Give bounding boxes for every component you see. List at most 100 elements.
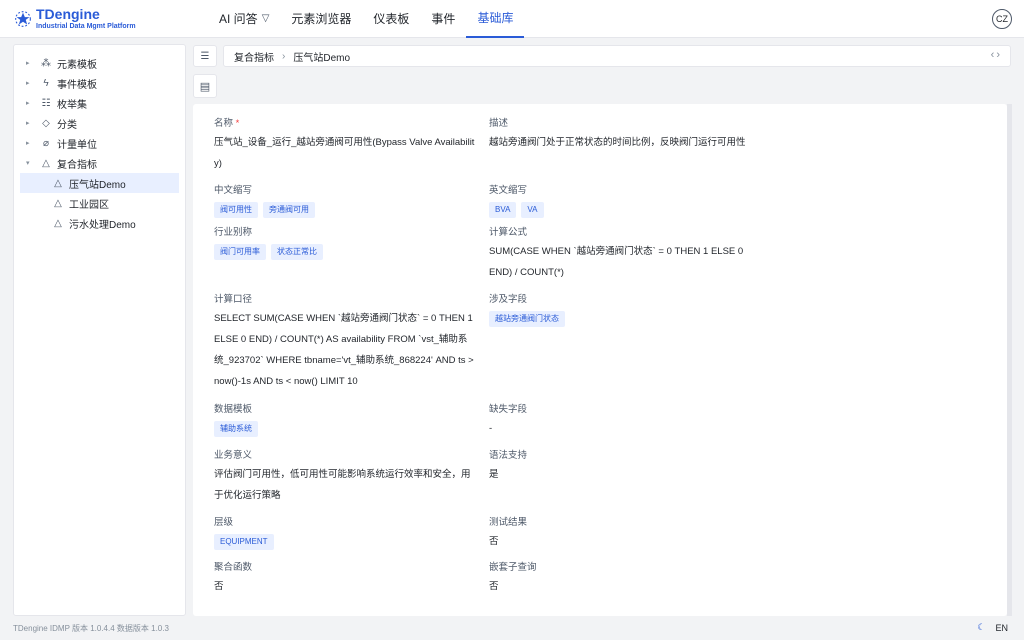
cn-abbr-tags: 阀可用性 旁通阀可用	[214, 202, 476, 218]
field-alias-label: 行业别称	[214, 227, 253, 238]
field-test-result: 测试结果 否	[489, 517, 751, 552]
breadcrumb: 复合指标 › 压气站Demo ‹›	[223, 45, 1011, 67]
sidebar-item-label: 事件模板	[57, 79, 97, 91]
field-name: 名称 * 压气站_设备_运行_越站旁通阀可用性(Bypass Valve Ava…	[214, 118, 476, 174]
moon-icon[interactable]: ☾	[977, 622, 985, 633]
collapse-sidebar-button[interactable]: ☰	[193, 45, 217, 67]
caret-right-icon[interactable]: ▸	[26, 119, 38, 127]
footer-version: TDengine IDMP 版本 1.0.4.4 数据版本 1.0.3	[13, 624, 169, 633]
logo[interactable]: TDengine Industrial Data Mgmt Platform	[12, 7, 192, 30]
sidebar-item-composite-metric[interactable]: ▾ △ 复合指标	[14, 153, 185, 173]
field-missing-value: -	[489, 423, 493, 434]
nav-ai-qa[interactable]: AI 问答 ▽	[208, 0, 280, 38]
field-test-result-label: 测试结果	[489, 517, 528, 528]
field-fields-label: 涉及字段	[489, 294, 528, 305]
field-template-label: 数据模板	[214, 404, 253, 415]
field-syntax-label: 语法支持	[489, 450, 528, 461]
breadcrumb-parent[interactable]: 复合指标	[234, 49, 274, 64]
sidebar-item-label: 分类	[57, 119, 77, 131]
triangle-icon: △	[42, 157, 50, 169]
breadcrumb-current: 压气站Demo	[293, 52, 351, 64]
logo-subtitle: Industrial Data Mgmt Platform	[36, 23, 136, 30]
logo-icon	[15, 10, 31, 27]
ruler-icon: ⌀	[42, 137, 50, 149]
field-aggregate-value: 否	[214, 581, 224, 592]
field-formula: 计算公式 SUM(CASE WHEN `越站旁通阀门状态` = 0 THEN 1…	[489, 227, 751, 283]
field-caliber-value: SELECT SUM(CASE WHEN `越站旁通阀门状态` = 0 THEN…	[214, 313, 474, 387]
tag: 阀门可用率	[214, 244, 266, 260]
breadcrumb-nav-arrows: ‹›	[991, 49, 1002, 61]
nav-dashboard[interactable]: 仪表板	[362, 0, 420, 38]
fields-tags: 越站旁通阀门状态	[489, 311, 751, 327]
tag: BVA	[489, 202, 517, 218]
sidebar-item-event-template[interactable]: ▸ ϟ 事件模板	[14, 73, 185, 93]
field-aggregate: 聚合函数 否	[214, 562, 476, 597]
sidebar-item-label: 枚举集	[57, 99, 87, 111]
field-meaning-value: 评估阀门可用性，低可用性可能影响系统运行效率和安全，用于优化运行策略	[214, 469, 471, 501]
field-name-value: 压气站_设备_运行_越站旁通阀可用性(Bypass Valve Availabi…	[214, 137, 475, 169]
sidebar-child-label: 压气站Demo	[69, 179, 126, 191]
sparkle-icon: ▽	[261, 12, 270, 24]
nav-events[interactable]: 事件	[420, 0, 466, 38]
main-nav: AI 问答 ▽ 元素浏览器 仪表板 事件 基础库	[208, 0, 525, 38]
field-nested-query: 嵌套子查询 否	[489, 562, 751, 597]
sidebar-item-category[interactable]: ▸ ◇ 分类	[14, 113, 185, 133]
detail-panel: 名称 * 压气站_设备_运行_越站旁通阀可用性(Bypass Valve Ava…	[193, 104, 1007, 616]
document-button[interactable]: ▤	[193, 74, 217, 98]
top-bar: TDengine Industrial Data Mgmt Platform A…	[0, 0, 1024, 38]
field-formula-label: 计算公式	[489, 227, 528, 238]
sidebar-child-sewage-demo[interactable]: △ 污水处理Demo	[14, 213, 185, 233]
field-nested-query-label: 嵌套子查询	[489, 562, 537, 573]
language-toggle[interactable]: EN	[995, 623, 1008, 633]
caret-right-icon[interactable]: ▸	[26, 59, 38, 67]
sidebar: ▸ ⁂ 元素模板 ▸ ϟ 事件模板 ▸ ☷ 枚举集 ▸ ◇ 分类 ▸ ⌀ 计量单…	[13, 44, 186, 616]
field-level-label: 层级	[214, 517, 234, 528]
en-abbr-tags: BVA VA	[489, 202, 751, 218]
tag: 越站旁通阀门状态	[489, 311, 565, 327]
sidebar-child-label: 工业园区	[69, 199, 109, 211]
chevron-right-icon[interactable]: ›	[996, 49, 1002, 61]
caret-down-icon[interactable]: ▾	[26, 159, 38, 167]
tag-icon: ◇	[42, 117, 50, 129]
triangle-icon: △	[54, 217, 62, 229]
sidebar-child-label: 污水处理Demo	[69, 219, 136, 231]
field-meaning-label: 业务意义	[214, 450, 253, 461]
sidebar-item-label: 计量单位	[57, 139, 97, 151]
field-nested-query-value: 否	[489, 581, 499, 592]
tag: 阀可用性	[214, 202, 258, 218]
panel-scrollbar[interactable]	[1007, 104, 1012, 616]
nav-element-browser[interactable]: 元素浏览器	[280, 0, 362, 38]
field-description: 描述 越站旁通阀门处于正常状态的时间比例，反映阀门运行可用性	[489, 118, 789, 153]
required-mark: *	[235, 118, 240, 129]
sidebar-item-unit[interactable]: ▸ ⌀ 计量单位	[14, 133, 185, 153]
sidebar-item-element-template[interactable]: ▸ ⁂ 元素模板	[14, 53, 185, 73]
caret-right-icon[interactable]: ▸	[26, 79, 38, 87]
avatar[interactable]: CZ	[992, 9, 1012, 29]
caret-right-icon[interactable]: ▸	[26, 139, 38, 147]
logo-title: TDengine	[36, 6, 100, 22]
field-fields: 涉及字段 越站旁通阀门状态	[489, 294, 751, 327]
sidebar-item-enum-set[interactable]: ▸ ☷ 枚举集	[14, 93, 185, 113]
tag: 辅助系统	[214, 421, 258, 437]
field-missing: 缺失字段 -	[489, 404, 751, 439]
field-missing-label: 缺失字段	[489, 404, 528, 415]
sidebar-child-industrial-park[interactable]: △ 工业园区	[14, 193, 185, 213]
nav-library[interactable]: 基础库	[466, 0, 525, 38]
triangle-icon: △	[54, 177, 62, 189]
field-aggregate-label: 聚合函数	[214, 562, 253, 573]
caret-right-icon[interactable]: ▸	[26, 99, 38, 107]
field-cn-abbr-label: 中文缩写	[214, 185, 253, 196]
sidebar-child-compressor-demo[interactable]: △ 压气站Demo	[20, 173, 179, 193]
chevron-right-icon: ›	[282, 50, 286, 62]
field-alias: 行业别称 阀门可用率 状态正常比	[214, 227, 476, 260]
nav-ai-qa-label: AI 问答	[219, 11, 258, 26]
field-caliber-label: 计算口径	[214, 294, 253, 305]
tag: VA	[521, 202, 544, 218]
field-caliber: 计算口径 SELECT SUM(CASE WHEN `越站旁通阀门状态` = 0…	[214, 294, 476, 392]
field-template: 数据模板 辅助系统	[214, 404, 476, 437]
label-text: 名称	[214, 118, 234, 129]
field-meaning: 业务意义 评估阀门可用性，低可用性可能影响系统运行效率和安全，用于优化运行策略	[214, 450, 476, 506]
field-formula-value: SUM(CASE WHEN `越站旁通阀门状态` = 0 THEN 1 ELSE…	[489, 246, 744, 278]
sidebar-item-label: 复合指标	[57, 159, 97, 171]
level-tags: EQUIPMENT	[214, 534, 476, 550]
